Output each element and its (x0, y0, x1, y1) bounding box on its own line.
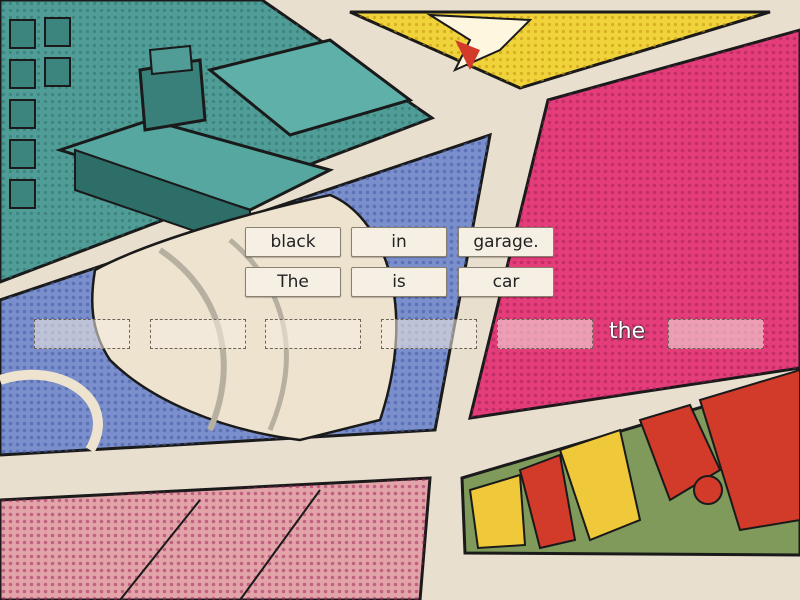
word-tile-black[interactable]: black (245, 227, 341, 257)
word-tile-in[interactable]: in (351, 227, 447, 257)
answer-slot-3[interactable] (265, 319, 361, 349)
answer-slot-4[interactable] (381, 319, 477, 349)
comic-background (0, 0, 800, 600)
word-tile-is[interactable]: is (351, 267, 447, 297)
panel-bottom-left (0, 476, 432, 600)
answer-slot-6[interactable] (668, 319, 764, 349)
word-tile-the[interactable]: The (245, 267, 341, 297)
answer-slot-1[interactable] (34, 319, 130, 349)
game-stage: black in garage. The is car the (0, 0, 800, 600)
word-tile-garage[interactable]: garage. (458, 227, 554, 257)
word-tile-car[interactable]: car (458, 267, 554, 297)
fixed-word-the: the (609, 319, 646, 344)
answer-slot-2[interactable] (150, 319, 246, 349)
answer-slot-5[interactable] (497, 319, 593, 349)
